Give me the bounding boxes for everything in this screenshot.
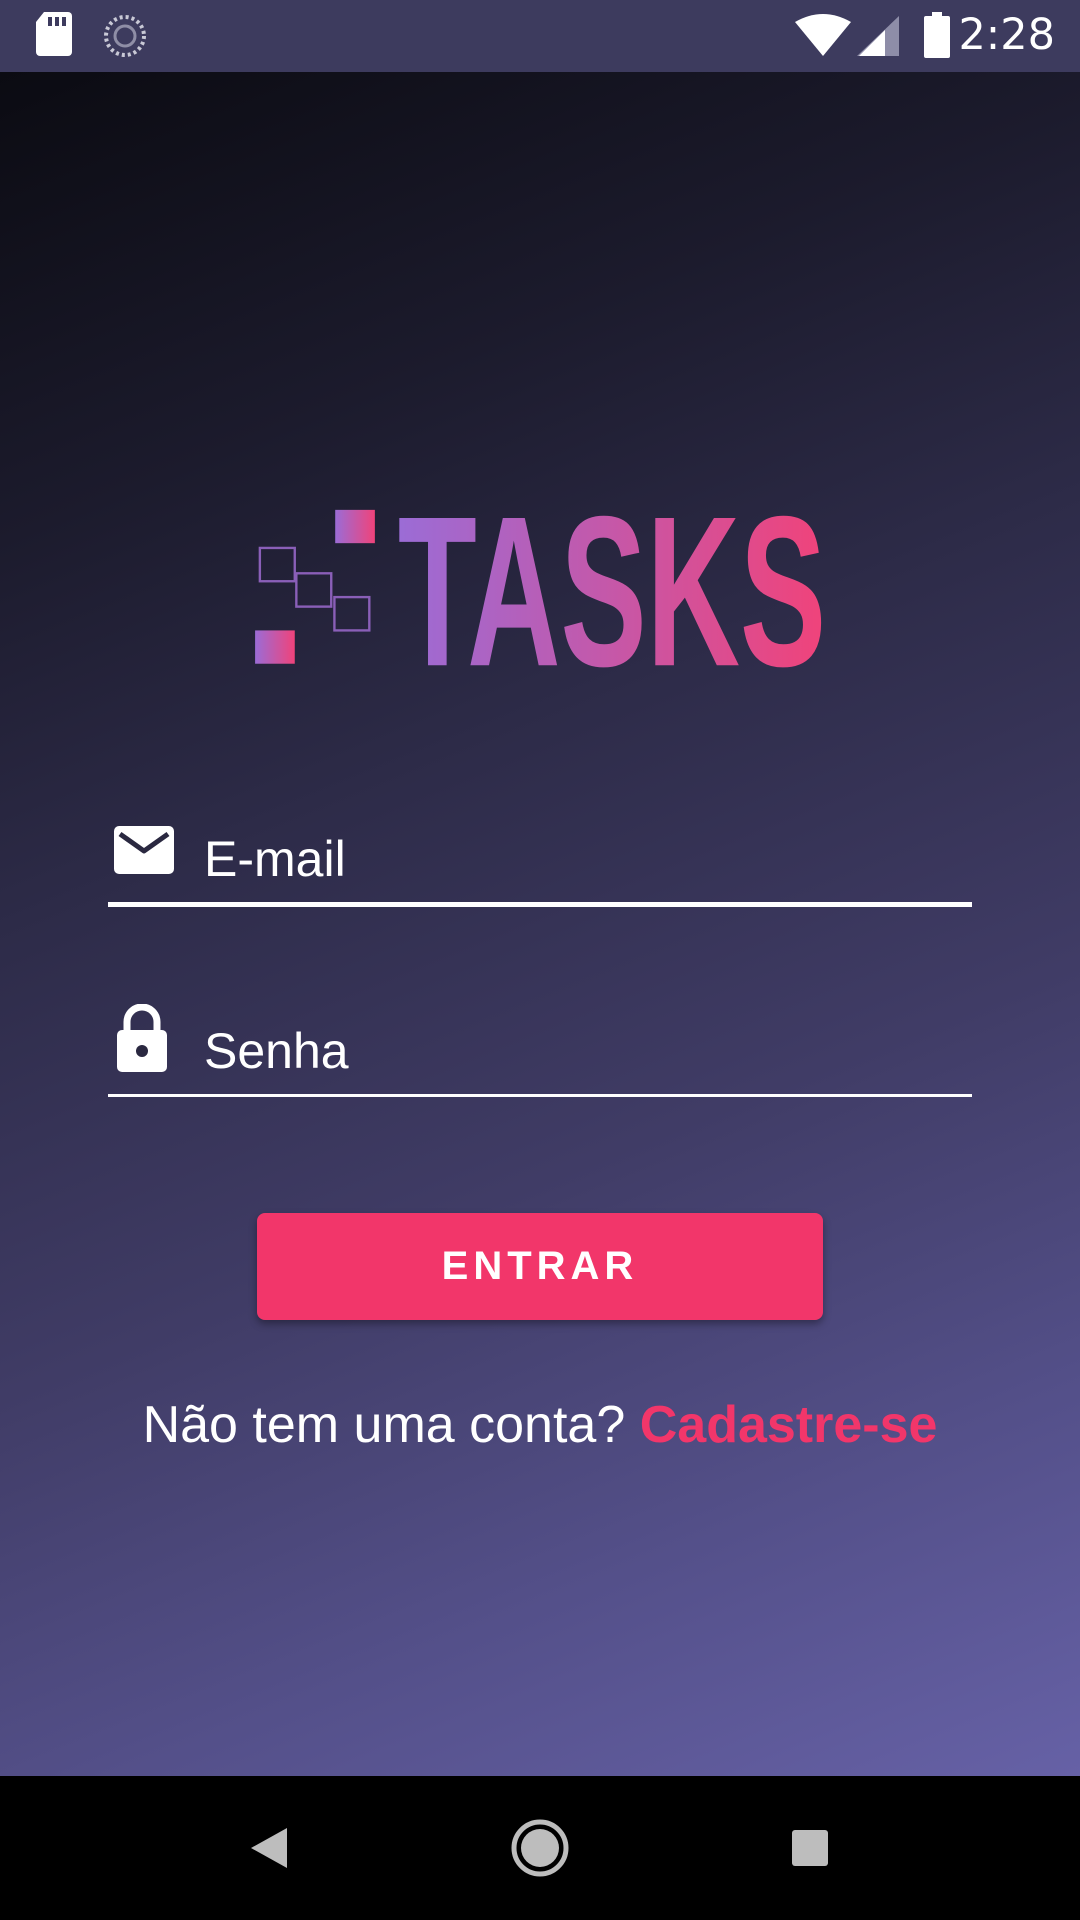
logo-square-top	[335, 509, 375, 544]
status-bar: 2:28	[0, 0, 1080, 72]
signup-prompt: Não tem uma conta?	[142, 1396, 640, 1454]
main-area: TASKS E-mail Senha ENTRAR Não tem uma co…	[0, 72, 1080, 1776]
navigation-bar	[0, 1776, 1080, 1920]
password-underline	[108, 1094, 972, 1097]
signup-line: Não tem uma conta? Cadastre-se	[0, 1395, 1080, 1455]
email-underline	[108, 902, 972, 907]
logo-square-bottom	[255, 630, 295, 664]
wifi-icon	[795, 14, 851, 60]
lock-icon	[114, 1003, 170, 1076]
cell-signal-icon	[857, 16, 899, 60]
email-field[interactable]: E-mail	[108, 812, 972, 908]
back-icon[interactable]	[233, 1812, 305, 1884]
battery-icon	[924, 12, 950, 62]
password-input[interactable]: Senha	[204, 1022, 349, 1080]
login-screen: 2:28 TASKS E-mail Senha ENTRAR Não tem u…	[0, 0, 1080, 1920]
tasks-logo: TASKS	[255, 472, 826, 678]
enter-button[interactable]: ENTRAR	[257, 1213, 823, 1320]
email-input[interactable]: E-mail	[204, 830, 346, 888]
status-time: 2:28	[958, 10, 1055, 60]
home-icon[interactable]	[504, 1812, 576, 1884]
logo-wordmark: TASKS	[398, 472, 826, 678]
recents-icon[interactable]	[774, 1812, 846, 1884]
password-field[interactable]: Senha	[108, 1003, 972, 1100]
signup-link[interactable]: Cadastre-se	[640, 1396, 938, 1454]
sync-icon	[103, 14, 147, 62]
email-icon	[114, 826, 174, 878]
sd-card-icon	[36, 12, 72, 60]
